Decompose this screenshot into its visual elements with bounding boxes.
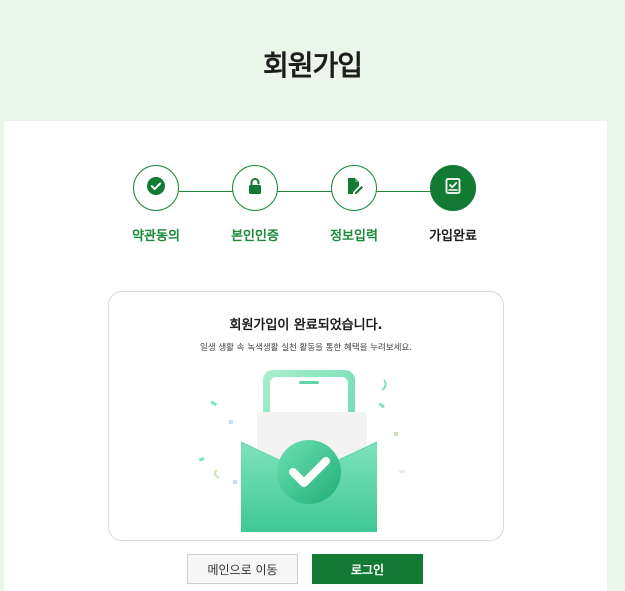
go-to-main-button[interactable]: 메인으로 이동 <box>187 554 298 584</box>
completion-description: 일생 생활 속 녹색생활 실천 활동을 통한 혜택을 누려보세요. <box>200 343 412 353</box>
step-label: 본인인증 <box>231 229 279 244</box>
step-identity-verification: 본인인증 <box>205 165 305 244</box>
step-indicator: 약관동의 본인인증 정보입력 가입완료 <box>4 165 607 255</box>
step-label: 정보입력 <box>330 229 378 244</box>
step-circle <box>232 165 278 211</box>
phone-envelope-check-icon <box>169 362 449 540</box>
step-label: 가입완료 <box>429 229 477 244</box>
completion-box: 회원가입이 완료되었습니다. 일생 생활 속 녹색생활 실천 활동을 통한 혜택… <box>108 291 504 541</box>
step-info-input: 정보입력 <box>304 165 404 244</box>
completion-title: 회원가입이 완료되었습니다. <box>229 318 383 333</box>
step-terms-agreement: 약관동의 <box>106 165 206 244</box>
step-circle-active <box>430 165 476 211</box>
signup-complete-page: 회원가입 약관동의 본인인증 정보입력 가입완료 회원가입이 완료되었습니다. … <box>0 0 625 591</box>
login-button[interactable]: 로그인 <box>312 554 423 584</box>
lock-icon <box>245 176 265 200</box>
step-signup-complete: 가입완료 <box>403 165 503 244</box>
check-circle-icon <box>146 176 166 200</box>
step-label: 약관동의 <box>132 229 180 244</box>
check-document-icon <box>443 176 463 200</box>
page-title: 회원가입 <box>262 49 363 82</box>
content-card: 약관동의 본인인증 정보입력 가입완료 회원가입이 완료되었습니다. 일생 생활… <box>4 121 607 591</box>
step-circle <box>331 165 377 211</box>
edit-document-icon <box>344 176 364 200</box>
step-circle <box>133 165 179 211</box>
